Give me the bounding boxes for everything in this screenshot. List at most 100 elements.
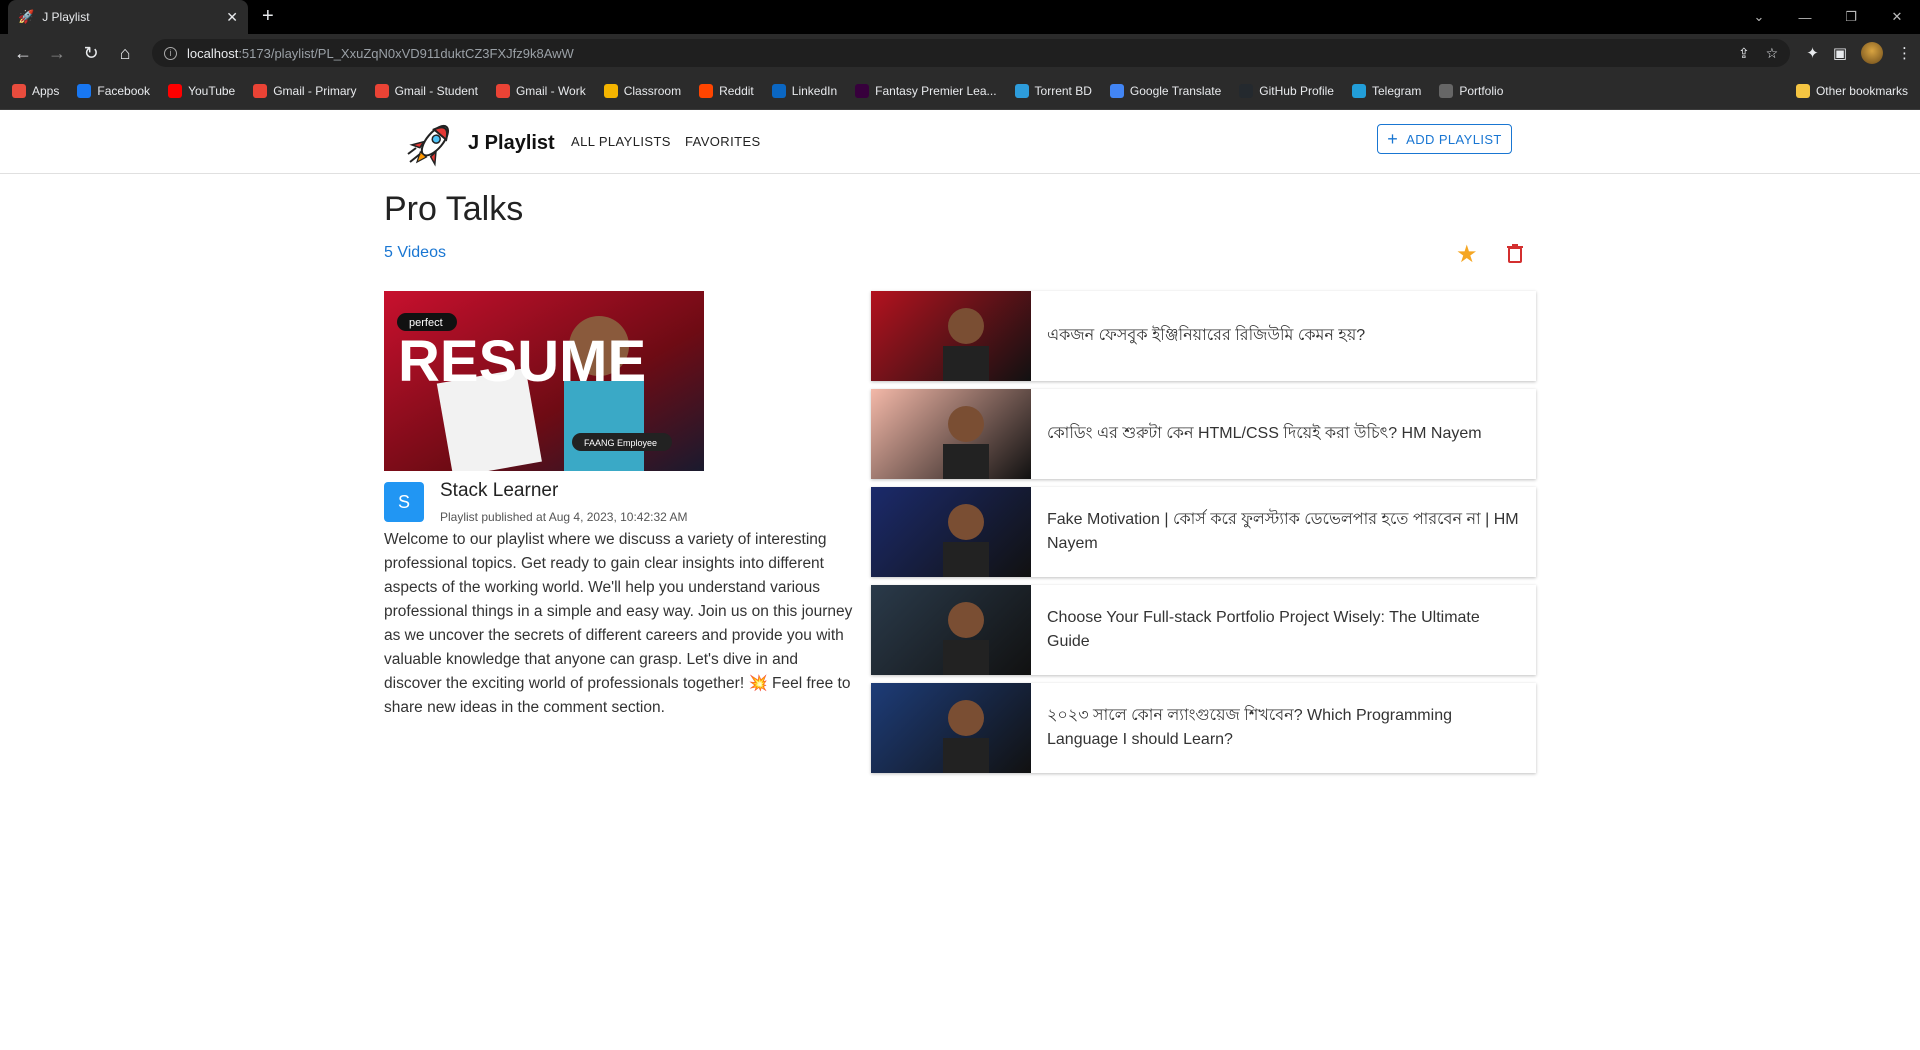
bookmark-item[interactable]: Torrent BD (1014, 83, 1092, 98)
bookmark-label: Gmail - Primary (273, 83, 357, 98)
other-bookmarks[interactable]: Other bookmarks (1795, 83, 1908, 98)
apps-grid-icon (12, 83, 26, 98)
menu-kebab-icon[interactable]: ⋮ (1897, 44, 1912, 62)
bookmark-label: Gmail - Work (515, 83, 586, 98)
fpl-icon (855, 83, 870, 98)
bookmark-label: Facebook (97, 83, 151, 98)
bookmark-item[interactable]: Facebook (77, 83, 151, 98)
bookmarks-bar: Apps Facebook YouTube Gmail - Primary Gmail … (0, 72, 1920, 110)
video-thumbnail[interactable] (871, 291, 1031, 381)
bookmark-item[interactable]: Portfolio (1439, 83, 1504, 98)
bookmark-item[interactable]: YouTube (168, 83, 236, 98)
plus-icon: + (1387, 128, 1399, 149)
browser-tab[interactable]: 🚀 J Playlist ✕ (8, 0, 248, 34)
video-title[interactable]: কোডিং এর শুরুটা কেন HTML/CSS দিয়েই করা … (1031, 389, 1536, 479)
video-list-item[interactable]: একজন ফেসবুক ইঞ্জিনিয়ারের রিজিউমি কেমন হ… (871, 291, 1536, 381)
playlist-description: Welcome to our playlist where we discuss… (384, 531, 853, 716)
video-thumbnail[interactable] (871, 683, 1031, 773)
favorite-star-icon[interactable]: ★ (1456, 240, 1478, 269)
browser-tabbar: 🚀 J Playlist ✕ + ⌄ — ❐ ✕ (0, 0, 1920, 34)
brand-logo-link[interactable]: J Playlist (406, 118, 555, 168)
forward-icon[interactable]: → (42, 38, 72, 68)
bookmark-label: Portfolio (1459, 83, 1504, 98)
reddit-icon (699, 83, 714, 98)
home-icon[interactable]: ⌂ (110, 38, 140, 68)
rocket-favicon-icon: 🚀 (18, 9, 35, 24)
bookmark-item[interactable]: Apps (12, 83, 60, 98)
bookmark-item[interactable]: Classroom (603, 83, 681, 98)
restore-icon[interactable]: ❐ (1828, 0, 1874, 34)
site-info-icon[interactable]: i (164, 46, 177, 60)
github-icon (1239, 83, 1254, 98)
add-playlist-button[interactable]: + ADD PLAYLIST (1377, 124, 1512, 154)
video-thumbnail[interactable] (871, 487, 1031, 577)
thumb-badge: perfect (409, 317, 443, 329)
youtube-icon (168, 83, 183, 98)
video-list-item[interactable]: কোডিং এর শুরুটা কেন HTML/CSS দিয়েই করা … (871, 389, 1536, 479)
browser-toolbar: ← → ↻ ⌂ i localhost:5173/playlist/PL_Xxu… (0, 34, 1920, 72)
classroom-icon (603, 83, 618, 98)
nav-favorites[interactable]: FAVORITES (685, 134, 761, 149)
thumb-tag: FAANG Employee (584, 438, 657, 448)
thumbnail-image: perfect RESUME FAANG Employee (384, 291, 704, 471)
window-controls: ⌄ — ❐ ✕ (1736, 0, 1920, 34)
new-tab-icon[interactable]: + (262, 5, 274, 28)
close-window-icon[interactable]: ✕ (1874, 0, 1920, 34)
bookmark-label: LinkedIn (791, 83, 838, 98)
profile-avatar[interactable] (1861, 42, 1883, 64)
url-host: localhost (187, 45, 239, 61)
bookmark-item[interactable]: Gmail - Work (495, 83, 586, 98)
reload-icon[interactable]: ↻ (76, 38, 106, 68)
minimize-icon[interactable]: — (1782, 0, 1828, 34)
back-icon[interactable]: ← (8, 38, 38, 68)
video-list-item[interactable]: Choose Your Full-stack Portfolio Project… (871, 585, 1536, 675)
gmail-icon (495, 83, 510, 98)
address-bar[interactable]: i localhost:5173/playlist/PL_XxuZqN0xVD9… (152, 39, 1791, 67)
bookmark-star-icon[interactable]: ☆ (1766, 45, 1779, 62)
video-list-item[interactable]: Fake Motivation | কোর্স করে ফুলস্ট্যাক ড… (871, 487, 1536, 577)
channel-avatar: S (384, 482, 424, 522)
bookmark-item[interactable]: Gmail - Student (374, 83, 478, 98)
bookmark-item[interactable]: Telegram (1351, 83, 1422, 98)
side-panel-icon[interactable]: ▣ (1833, 44, 1847, 62)
close-tab-icon[interactable]: ✕ (226, 9, 238, 26)
share-icon[interactable]: ⇪ (1738, 45, 1750, 62)
video-thumbnail[interactable] (871, 389, 1031, 479)
translate-icon (1109, 83, 1124, 98)
video-title[interactable]: Fake Motivation | কোর্স করে ফুলস্ট্যাক ড… (1031, 487, 1536, 577)
tab-title: J Playlist (42, 10, 90, 24)
nav-all-playlists[interactable]: ALL PLAYLISTS (571, 134, 671, 149)
video-thumbnail[interactable] (871, 585, 1031, 675)
video-title[interactable]: একজন ফেসবুক ইঞ্জিনিয়ারের রিজিউমি কেমন হ… (1031, 291, 1536, 381)
video-list-item[interactable]: ২০২৩ সালে কোন ল্যাংগুয়েজ শিখবেন? Which … (871, 683, 1536, 773)
bookmark-label: YouTube (188, 83, 236, 98)
thumb-text: RESUME (398, 329, 646, 394)
bookmark-item[interactable]: Gmail - Primary (253, 83, 357, 98)
telegram-icon (1351, 83, 1366, 98)
video-title[interactable]: Choose Your Full-stack Portfolio Project… (1031, 585, 1536, 675)
channel-name: Stack Learner (440, 480, 559, 501)
rocket-icon (407, 124, 450, 167)
video-title[interactable]: ২০২৩ সালে কোন ল্যাংগুয়েজ শিখবেন? Which … (1031, 683, 1536, 773)
bookmark-label: GitHub Profile (1259, 83, 1334, 98)
bookmark-item[interactable]: Reddit (699, 83, 754, 98)
bookmark-label: Apps (32, 83, 60, 98)
extensions-icon[interactable]: ✦ (1806, 44, 1819, 62)
brand-name: J Playlist (468, 131, 555, 154)
delete-trash-icon[interactable] (1504, 242, 1526, 264)
published-date: Playlist published at Aug 4, 2023, 10:42… (440, 510, 688, 524)
app-header: J Playlist ALL PLAYLISTS FAVORITES + ADD… (0, 110, 1920, 174)
playlist-thumbnail: perfect RESUME FAANG Employee (384, 291, 704, 471)
bookmark-item[interactable]: Google Translate (1109, 83, 1221, 98)
tab-search-icon[interactable]: ⌄ (1736, 0, 1782, 34)
facebook-icon (77, 83, 92, 98)
video-count: 5 Videos (384, 244, 446, 261)
bookmark-label: Telegram (1371, 83, 1422, 98)
bookmark-item[interactable]: GitHub Profile (1239, 83, 1334, 98)
bookmark-item[interactable]: Fantasy Premier Lea... (855, 83, 997, 98)
bookmark-label: Gmail - Student (394, 83, 478, 98)
bookmark-label: Torrent BD (1034, 83, 1092, 98)
main-content: Pro Talks 5 Videos ★ perfect RESUME FAAN… (0, 174, 1920, 924)
bookmark-item[interactable]: LinkedIn (771, 83, 838, 98)
bookmark-label: Reddit (719, 83, 754, 98)
